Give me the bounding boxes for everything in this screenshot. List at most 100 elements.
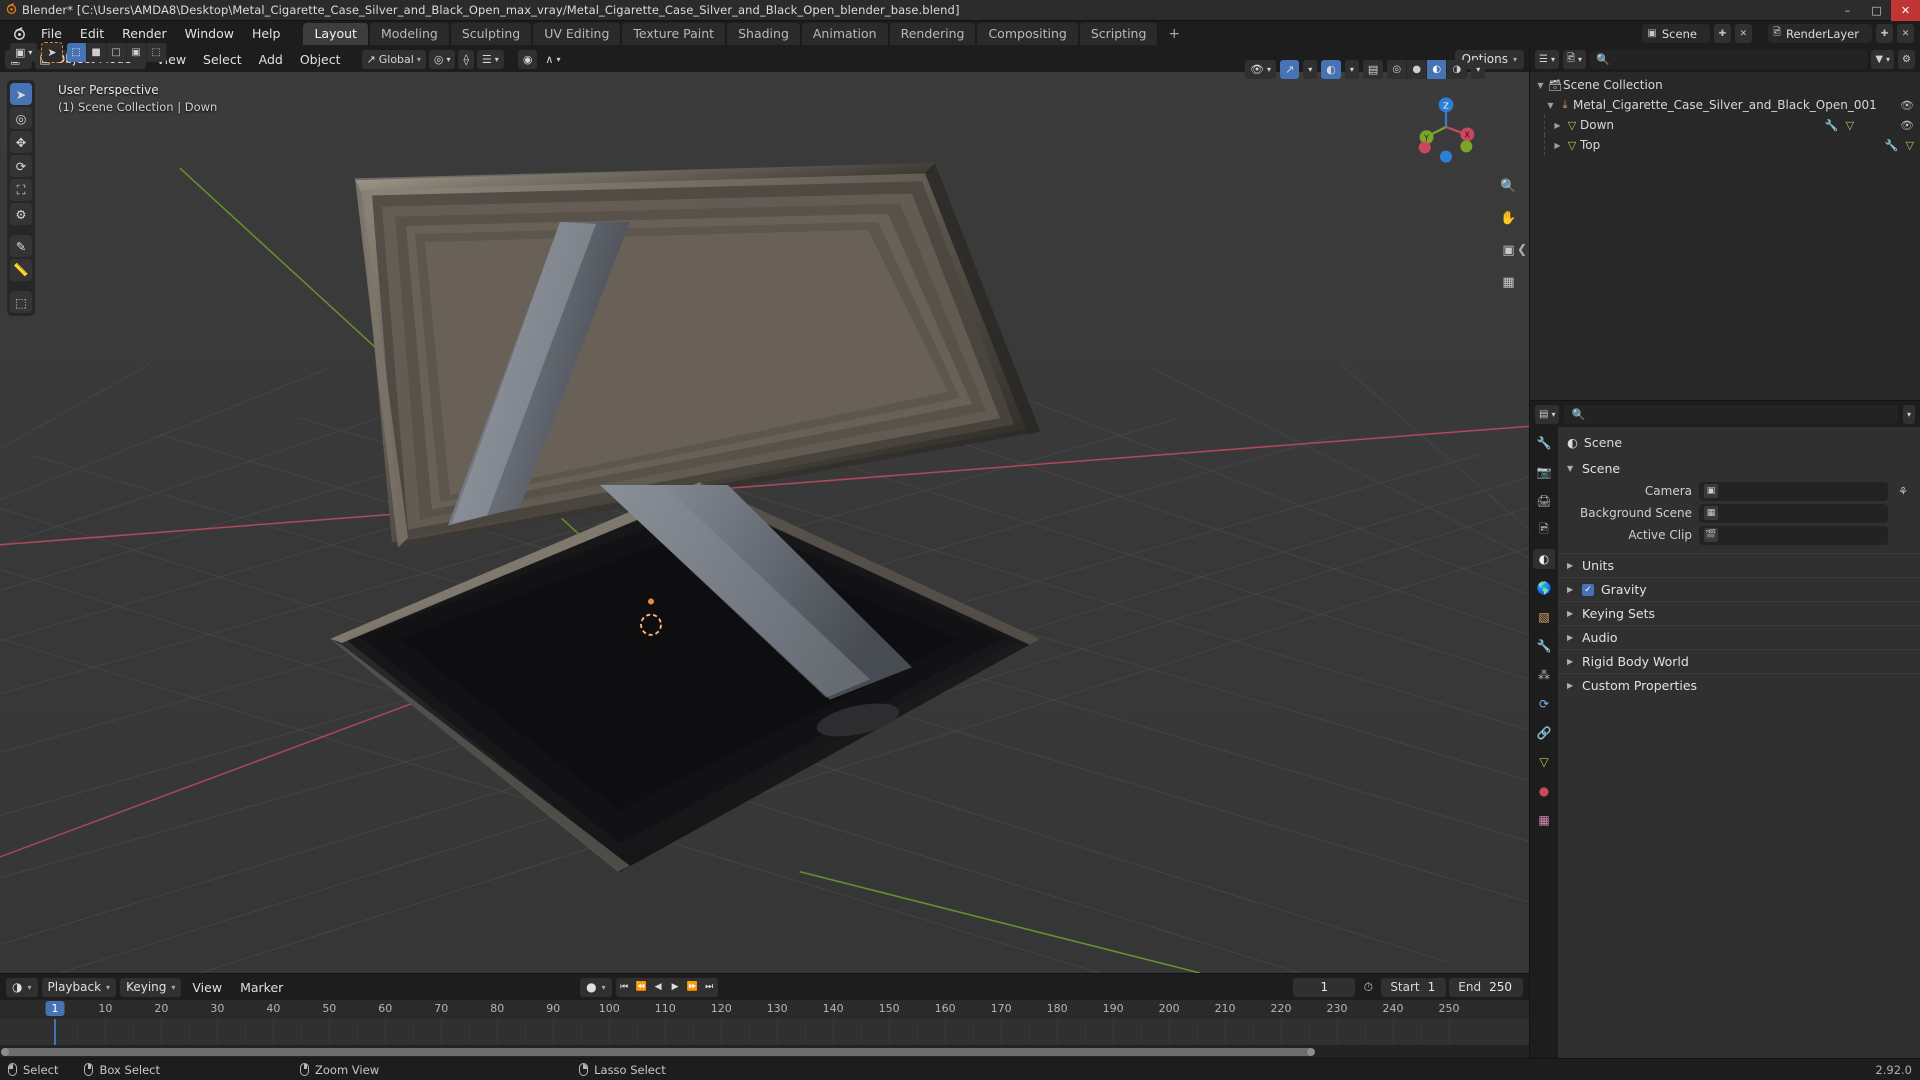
rendered-shading-button[interactable]: ◑ bbox=[1447, 60, 1468, 79]
proportional-edit-toggle[interactable]: ◉ bbox=[517, 49, 538, 69]
tool-move[interactable]: ✥ bbox=[10, 131, 32, 153]
eye-icon[interactable]: 👁 bbox=[1900, 99, 1914, 112]
modifier-icon[interactable]: 🔧 bbox=[1825, 119, 1839, 132]
tab-compositing[interactable]: Compositing bbox=[977, 22, 1079, 45]
camera-view-icon[interactable]: ▣ bbox=[1498, 240, 1519, 261]
jump-to-end-button[interactable]: ⏭ bbox=[701, 978, 718, 997]
close-button[interactable]: ✕ bbox=[1891, 0, 1920, 21]
tool-add-cube[interactable]: ⬚ bbox=[10, 291, 32, 313]
pan-view-icon[interactable]: ✋ bbox=[1498, 208, 1519, 229]
unlink-scene-button[interactable]: ✕ bbox=[1734, 24, 1752, 43]
tool-cursor[interactable]: ◎ bbox=[10, 107, 32, 129]
outliner-editor-type[interactable]: ☰ ▾ bbox=[1535, 49, 1559, 69]
new-scene-button[interactable]: ✚ bbox=[1713, 24, 1731, 43]
jump-to-start-button[interactable]: ⏮ bbox=[616, 978, 633, 997]
gizmo-dropdown[interactable]: ▾ bbox=[1303, 60, 1318, 79]
tab-rendering[interactable]: Rendering bbox=[889, 22, 977, 45]
camera-field[interactable]: ▣ bbox=[1699, 481, 1888, 501]
select-subtract-button[interactable]: □ bbox=[107, 43, 127, 62]
previous-keyframe-button[interactable]: ⏪ bbox=[633, 978, 650, 997]
properties-options-button[interactable]: ▾ bbox=[1902, 404, 1915, 424]
timeline-scrollbar-thumb[interactable] bbox=[1, 1047, 1314, 1056]
snap-toggle[interactable]: ⟠ bbox=[458, 49, 474, 69]
outliner-row-down[interactable]: ▶ ▽ Down 🔧 ▽ 👁 bbox=[1530, 115, 1920, 135]
tab-scene[interactable]: ◐ bbox=[1533, 549, 1555, 569]
active-tool-indicator[interactable]: ➤ bbox=[41, 42, 63, 63]
timeline-ruler[interactable]: 10 20 30 40 50 60 70 80 90 100 110 120 130 140 150 160 1… bbox=[0, 1000, 1529, 1019]
timeline-scrollbar[interactable] bbox=[0, 1045, 1529, 1058]
properties-editor-type[interactable]: ▤ ▾ bbox=[1535, 404, 1560, 424]
section-rigid-body-world[interactable]: ▶ Rigid Body World bbox=[1558, 649, 1920, 673]
tab-texture[interactable]: ▦ bbox=[1533, 810, 1555, 830]
section-gravity[interactable]: ▶ ✓ Gravity bbox=[1558, 577, 1920, 601]
scene-panel-header[interactable]: ▼ Scene bbox=[1558, 457, 1920, 480]
pivot-point-selector[interactable]: ◎ ▾ bbox=[428, 49, 456, 69]
new-view-layer-button[interactable]: ✚ bbox=[1876, 24, 1893, 43]
menu-window[interactable]: Window bbox=[176, 23, 243, 44]
tab-texture-paint[interactable]: Texture Paint bbox=[622, 22, 727, 45]
solid-shading-button[interactable]: ● bbox=[1407, 60, 1428, 79]
tab-shading[interactable]: Shading bbox=[727, 22, 801, 45]
outliner-row-scene-collection[interactable]: ▼ 🗃 Scene Collection bbox=[1530, 75, 1920, 95]
shading-dropdown[interactable]: ▾ bbox=[1471, 60, 1486, 79]
outliner-tree[interactable]: ▼ 🗃 Scene Collection ▼ ⤓ Metal_Cigarette… bbox=[1530, 72, 1920, 400]
remove-view-layer-button[interactable]: ✕ bbox=[1897, 24, 1914, 43]
eyedropper-icon[interactable]: ⚘ bbox=[1895, 485, 1911, 498]
outliner-options-button[interactable]: ⚙ bbox=[1898, 49, 1915, 69]
tab-data[interactable]: ▽ bbox=[1533, 752, 1555, 772]
tab-particles[interactable]: ⁂ bbox=[1533, 665, 1555, 685]
select-invert-button[interactable]: ▣ bbox=[127, 43, 147, 62]
start-frame-field[interactable]: Start 1 bbox=[1381, 977, 1447, 997]
menu-render[interactable]: Render bbox=[113, 23, 176, 44]
keying-menu[interactable]: Keying ▾ bbox=[120, 977, 182, 997]
tab-sculpting[interactable]: Sculpting bbox=[450, 22, 533, 45]
tab-animation[interactable]: Animation bbox=[801, 22, 889, 45]
object-visibility-button[interactable]: 👁 ▾ bbox=[1245, 60, 1276, 79]
add-workspace-button[interactable]: + bbox=[1159, 22, 1191, 45]
outliner-row-top[interactable]: ▶ ▽ Top 🔧 ▽ bbox=[1530, 135, 1920, 155]
3d-viewport-canvas[interactable]: User Perspective (1) Scene Collection | … bbox=[0, 72, 1529, 973]
play-button[interactable]: ▶ bbox=[667, 978, 684, 997]
modifier-icon[interactable]: 🔧 bbox=[1885, 139, 1899, 152]
use-preview-range-icon[interactable]: ⏱ bbox=[1358, 980, 1378, 995]
viewport-menu-object[interactable]: Object bbox=[293, 50, 348, 69]
expand-triangle-icon[interactable]: ▶ bbox=[1551, 141, 1564, 150]
minimize-button[interactable]: – bbox=[1833, 0, 1862, 21]
section-units[interactable]: ▶ Units bbox=[1558, 553, 1920, 577]
section-custom-properties[interactable]: ▶ Custom Properties bbox=[1558, 673, 1920, 697]
active-clip-field[interactable]: 🎬 bbox=[1699, 525, 1888, 545]
tool-tweak[interactable]: ➤ bbox=[10, 83, 32, 105]
viewport-menu-select[interactable]: Select bbox=[196, 50, 249, 69]
mesh-data-icon[interactable]: ▽ bbox=[1906, 139, 1914, 152]
tab-view-layer[interactable]: 🖻 bbox=[1533, 520, 1555, 540]
tab-object[interactable]: ▧ bbox=[1533, 607, 1555, 627]
viewport-menu-add[interactable]: Add bbox=[252, 50, 290, 69]
tab-uv-editing[interactable]: UV Editing bbox=[533, 22, 622, 45]
xray-toggle-button[interactable]: ▤ bbox=[1362, 60, 1384, 79]
timeline-editor-type[interactable]: ◑ ▾ bbox=[6, 977, 38, 997]
auto-keying-button[interactable]: ● ▾ bbox=[580, 977, 612, 997]
outliner-display-mode[interactable]: 🖻 ▾ bbox=[1562, 49, 1587, 69]
tool-transform[interactable]: ⚙ bbox=[10, 203, 32, 225]
eye-icon[interactable]: 👁 bbox=[1900, 119, 1914, 132]
navigation-gizmo[interactable]: Z Y X bbox=[1409, 90, 1483, 164]
tab-physics[interactable]: ⟳ bbox=[1533, 694, 1555, 714]
tool-rotate[interactable]: ⟳ bbox=[10, 155, 32, 177]
background-scene-field[interactable]: ▦ bbox=[1699, 503, 1888, 523]
expand-triangle-icon[interactable]: ▶ bbox=[1551, 121, 1564, 130]
expand-triangle-icon[interactable]: ▼ bbox=[1534, 81, 1547, 90]
transform-orientation-selector[interactable]: ↗ Global ▾ bbox=[361, 49, 426, 69]
tool-measure[interactable]: 📏 bbox=[10, 259, 32, 281]
menu-file[interactable]: File bbox=[32, 23, 71, 44]
scene-selector[interactable]: ▣ Scene bbox=[1642, 24, 1710, 43]
outliner-row-object-root[interactable]: ▼ ⤓ Metal_Cigarette_Case_Silver_and_Blac… bbox=[1530, 95, 1920, 115]
tool-annotate[interactable]: ✎ bbox=[10, 235, 32, 257]
tool-scale[interactable]: ⛶ bbox=[10, 179, 32, 201]
expand-triangle-icon[interactable]: ▼ bbox=[1544, 101, 1557, 110]
mesh-data-icon[interactable]: ▽ bbox=[1846, 119, 1854, 132]
section-audio[interactable]: ▶ Audio bbox=[1558, 625, 1920, 649]
tab-material[interactable]: ● bbox=[1533, 781, 1555, 801]
gravity-checkbox[interactable]: ✓ bbox=[1582, 583, 1594, 596]
timeline-marker-menu[interactable]: Marker bbox=[233, 978, 290, 997]
current-frame-field[interactable]: 1 bbox=[1293, 977, 1356, 997]
